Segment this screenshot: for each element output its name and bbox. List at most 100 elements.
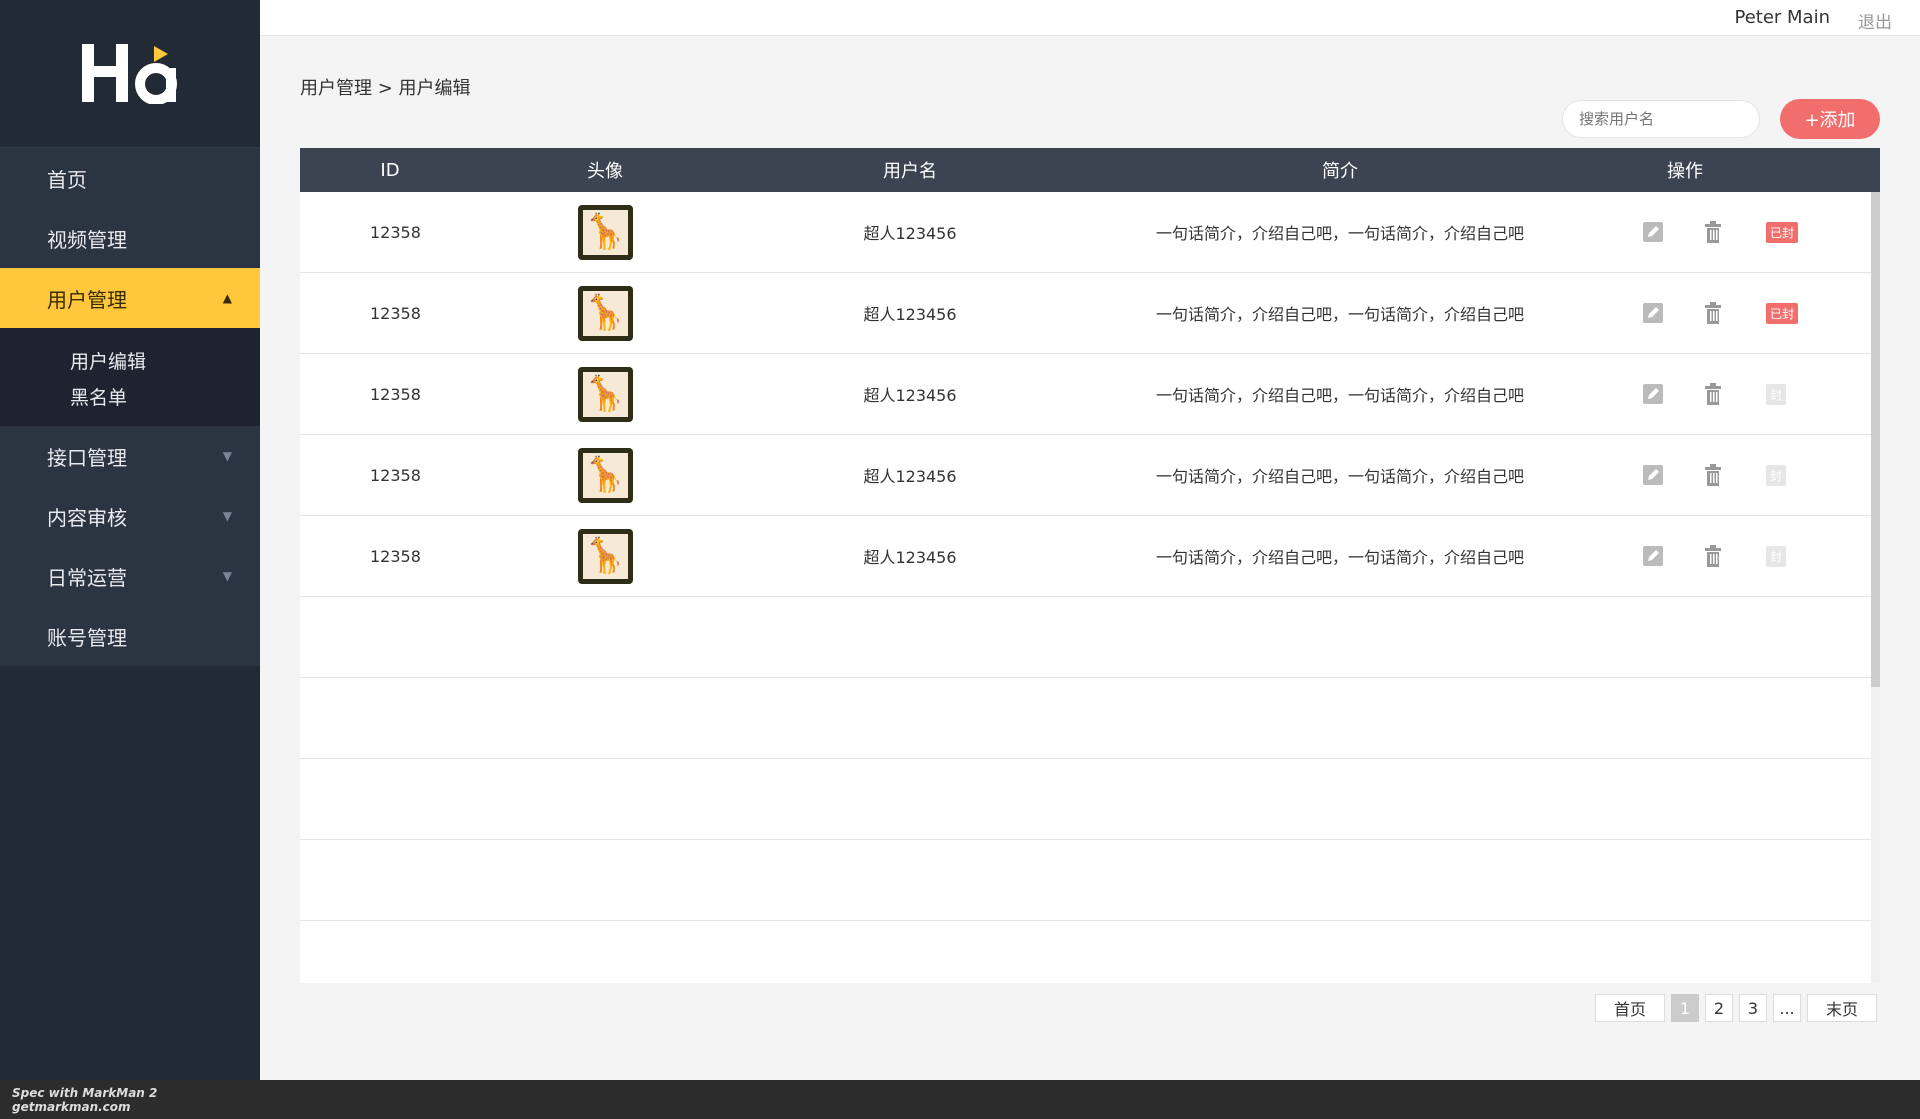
sidebar-item-label: 接口管理 [47, 445, 127, 470]
delete-icon[interactable] [1702, 273, 1724, 353]
avatar[interactable]: 🦒 [577, 204, 633, 260]
table-row: 12358 🦒 超人123456 一句话简介，介绍自己吧，一句话简介，介绍自己吧 封 [300, 435, 1880, 516]
cell-id: 12358 [370, 222, 421, 242]
caret-down-icon: ▼ [222, 449, 232, 463]
page-ellipsis[interactable]: ... [1773, 994, 1801, 1022]
cell-username: 超人123456 [863, 224, 957, 243]
sidebar-item-label: 日常运营 [47, 565, 127, 590]
ban-badge: 封 [1766, 464, 1787, 486]
table-row: 12358 🦒 超人123456 一句话简介，介绍自己吧，一句话简介，介绍自己吧 已封 [300, 273, 1880, 354]
scrollbar-thumb[interactable] [1871, 192, 1880, 687]
cell-id: 12358 [370, 303, 421, 323]
sidebar-subitem-blacklist[interactable]: 黑名单 [0, 378, 260, 414]
sidebar-subitem-label: 用户编辑 [70, 350, 147, 373]
column-header-actions: 操作 [1667, 161, 1703, 182]
ban-badge: 封 [1766, 383, 1787, 405]
markman-footer: Spec with MarkMan 2 getmarkman.com [0, 1080, 1920, 1119]
delete-icon[interactable] [1702, 516, 1724, 596]
cell-description: 一句话简介，介绍自己吧，一句话简介，介绍自己吧 [1155, 224, 1524, 243]
sidebar-item-label: 内容审核 [47, 505, 127, 530]
cell-description: 一句话简介，介绍自己吧，一句话简介，介绍自己吧 [1155, 386, 1524, 405]
avatar[interactable]: 🦒 [577, 528, 633, 584]
cell-description: 一句话简介，介绍自己吧，一句话简介，介绍自己吧 [1155, 305, 1524, 324]
sidebar-item-accounts[interactable]: 账号管理 [0, 606, 260, 666]
sidebar-item-home[interactable]: 首页 [0, 148, 260, 208]
page-button-2[interactable]: 2 [1705, 994, 1733, 1022]
cell-username: 超人123456 [863, 467, 957, 486]
delete-icon[interactable] [1702, 435, 1724, 515]
sidebar-submenu: 用户编辑 黑名单 [0, 328, 260, 426]
column-header-avatar: 头像 [587, 161, 623, 182]
sidebar-item-api[interactable]: 接口管理 ▼ [0, 426, 260, 486]
edit-icon[interactable] [1642, 435, 1664, 515]
avatar[interactable]: 🦒 [577, 366, 633, 422]
table-body: 12358 🦒 超人123456 一句话简介，介绍自己吧，一句话简介，介绍自己吧 已封 1… [300, 192, 1880, 983]
cell-avatar: 🦒 [540, 354, 670, 434]
avatar[interactable]: 🦒 [577, 447, 633, 503]
ban-badge: 已封 [1766, 221, 1799, 243]
cell-username: 超人123456 [863, 548, 957, 567]
column-header-description: 简介 [1322, 161, 1358, 182]
sidebar-item-users[interactable]: 用户管理 ▲ [0, 268, 260, 328]
edit-icon[interactable] [1642, 516, 1664, 596]
table-row-empty [300, 597, 1880, 678]
sidebar-item-video[interactable]: 视频管理 [0, 208, 260, 268]
user-name[interactable]: Peter Main [1734, 7, 1830, 28]
sidebar-subitem-label: 黑名单 [70, 386, 128, 409]
ban-toggle[interactable]: 封 [1766, 354, 1787, 434]
sidebar-item-operations[interactable]: 日常运营 ▼ [0, 546, 260, 606]
ban-badge: 已封 [1766, 302, 1799, 324]
table-row: 12358 🦒 超人123456 一句话简介，介绍自己吧，一句话简介，介绍自己吧 封 [300, 354, 1880, 435]
caret-down-icon: ▼ [222, 509, 232, 523]
search-input[interactable] [1562, 100, 1760, 138]
edit-icon[interactable] [1642, 273, 1664, 353]
table-header: ID 头像 用户名 简介 操作 [300, 148, 1880, 192]
app-logo[interactable] [0, 0, 260, 148]
cell-avatar: 🦒 [540, 273, 670, 353]
cell-avatar: 🦒 [540, 435, 670, 515]
edit-icon[interactable] [1642, 354, 1664, 434]
page-first-button[interactable]: 首页 [1595, 994, 1665, 1022]
avatar[interactable]: 🦒 [577, 285, 633, 341]
caret-up-icon: ▲ [222, 291, 232, 305]
top-bar: Peter Main 退出 [260, 0, 1920, 36]
markman-brand: Spec with MarkMan 2 getmarkman.com [12, 1086, 157, 1114]
ban-toggle[interactable]: 封 [1766, 516, 1787, 596]
edit-icon[interactable] [1642, 192, 1664, 272]
cell-id: 12358 [370, 384, 421, 404]
delete-icon[interactable] [1702, 354, 1724, 434]
ban-toggle[interactable]: 已封 [1766, 192, 1799, 272]
sidebar-item-label: 首页 [47, 167, 87, 192]
page-button-3[interactable]: 3 [1739, 994, 1767, 1022]
markman-brand-text: Spec with MarkMan 2 [12, 1086, 158, 1100]
cell-id: 12358 [370, 465, 421, 485]
markman-site: getmarkman.com [12, 1100, 131, 1114]
sidebar-item-label: 视频管理 [47, 227, 127, 252]
table-scrollbar[interactable] [1871, 192, 1880, 983]
table-row-empty [300, 840, 1880, 921]
ban-toggle[interactable]: 封 [1766, 435, 1787, 515]
page-last-button[interactable]: 末页 [1807, 994, 1877, 1022]
sidebar-nav: 首页 视频管理 用户管理 ▲ 用户编辑 黑名单 接口管理 ▼ 内容审核 ▼ 日常运营 ▼… [0, 148, 260, 666]
breadcrumb: 用户管理 > 用户编辑 [300, 78, 471, 99]
cell-avatar: 🦒 [540, 516, 670, 596]
column-header-username: 用户名 [883, 161, 937, 182]
add-user-button[interactable]: +添加 [1780, 99, 1880, 139]
sidebar-item-review[interactable]: 内容审核 ▼ [0, 486, 260, 546]
table-row: 12358 🦒 超人123456 一句话简介，介绍自己吧，一句话简介，介绍自己吧 已封 [300, 192, 1880, 273]
sidebar-item-label: 用户管理 [47, 287, 127, 312]
sidebar-subitem-user-edit[interactable]: 用户编辑 [0, 342, 260, 378]
sidebar-item-label: 账号管理 [47, 625, 127, 650]
cell-username: 超人123456 [863, 386, 957, 405]
logout-link[interactable]: 退出 [1858, 8, 1892, 33]
ban-badge: 封 [1766, 545, 1787, 567]
caret-down-icon: ▼ [222, 569, 232, 583]
page-button-1[interactable]: 1 [1671, 994, 1699, 1022]
ban-toggle[interactable]: 已封 [1766, 273, 1799, 353]
cell-avatar: 🦒 [540, 192, 670, 272]
ha-logo-icon [82, 44, 177, 104]
table-row-empty [300, 921, 1880, 983]
users-table: ID 头像 用户名 简介 操作 12358 🦒 超人123456 一句话简介，介绍自己… [300, 148, 1880, 983]
pagination: 首页 1 2 3 ... 末页 [1595, 994, 1877, 1022]
delete-icon[interactable] [1702, 192, 1724, 272]
